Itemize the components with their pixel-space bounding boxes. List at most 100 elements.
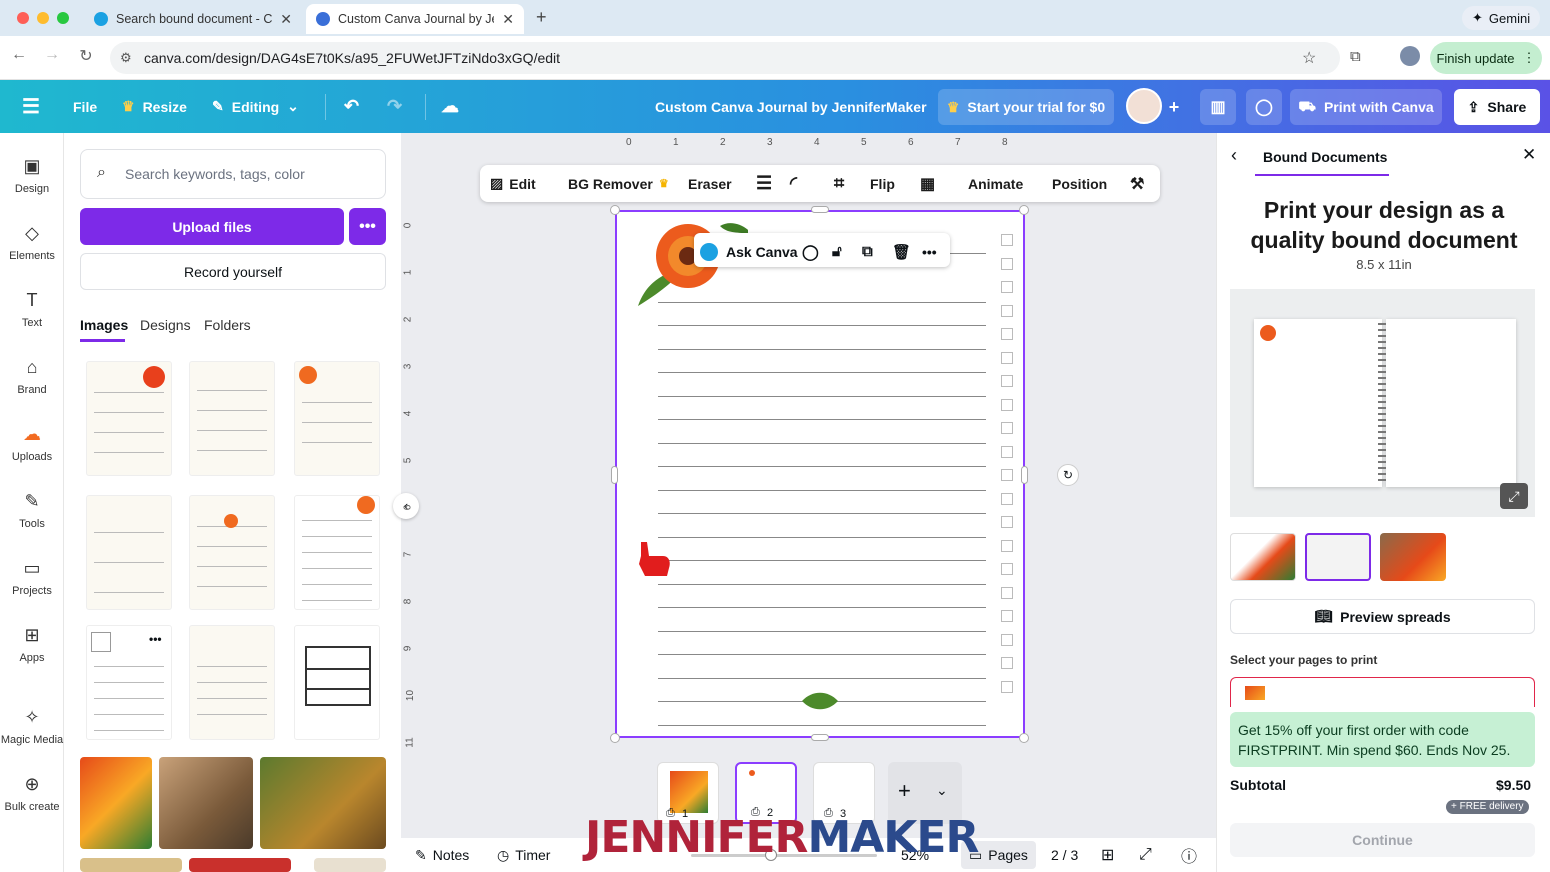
- back-chevron-icon[interactable]: ‹: [1231, 145, 1237, 166]
- close-window-button[interactable]: [17, 12, 29, 24]
- record-yourself-button[interactable]: Record yourself: [80, 253, 386, 290]
- start-trial-button[interactable]: ♛ Start your trial for $0: [938, 89, 1114, 125]
- rail-item-magic-media[interactable]: ✧ Magic Media: [0, 706, 64, 764]
- undo-icon[interactable]: ↶: [344, 80, 359, 133]
- file-menu[interactable]: File: [73, 80, 97, 133]
- add-comment-icon[interactable]: ◯: [802, 233, 819, 270]
- tab-folders[interactable]: Folders: [204, 317, 251, 333]
- rail-item-brand[interactable]: ⌂ Brand: [0, 356, 64, 414]
- resize-handle[interactable]: [610, 205, 620, 215]
- browser-tab-journal[interactable]: Custom Canva Journal by Jen ✕: [306, 4, 524, 34]
- preview-option-1[interactable]: [1230, 533, 1296, 581]
- grid-view-icon[interactable]: ⊞: [1101, 838, 1114, 872]
- collaborator-avatar[interactable]: [1126, 88, 1162, 124]
- animate-button[interactable]: Animate: [968, 165, 1023, 202]
- upload-thumbnail[interactable]: [86, 361, 172, 476]
- thumbnail-more-icon[interactable]: •••: [149, 632, 162, 646]
- upload-thumbnail[interactable]: •••: [86, 625, 172, 740]
- close-panel-icon[interactable]: ✕: [1522, 145, 1536, 165]
- dogs-photo-thumbnail[interactable]: [260, 757, 386, 849]
- border-style-icon[interactable]: ☰: [756, 165, 772, 202]
- trash-icon[interactable]: 🗑︎: [892, 233, 911, 270]
- search-input[interactable]: ⌕ Search keywords, tags, color: [80, 149, 386, 199]
- resize-handle[interactable]: [610, 733, 620, 743]
- duplicate-icon[interactable]: ⧉: [862, 233, 873, 270]
- kebab-menu-icon[interactable]: ⋮: [1523, 50, 1536, 66]
- rotate-icon[interactable]: ↻: [1057, 464, 1079, 486]
- resize-handle[interactable]: [811, 206, 829, 213]
- upload-thumbnail[interactable]: [189, 495, 275, 610]
- flower-photo-thumbnail[interactable]: [80, 757, 152, 849]
- bg-remover-button[interactable]: BG Remover ♛: [568, 165, 669, 202]
- rail-item-projects[interactable]: ▭ Projects: [0, 557, 64, 615]
- timer-button[interactable]: ◷ Timer: [497, 838, 550, 872]
- tab-designs[interactable]: Designs: [140, 317, 191, 333]
- resize-handle[interactable]: [1021, 466, 1028, 484]
- url-field[interactable]: ⚙ canva.com/design/DAG4sE7t0Ks/a95_2FUWe…: [110, 42, 1340, 74]
- continue-button[interactable]: Continue: [1230, 823, 1535, 857]
- print-with-canva-button[interactable]: ⛟ Print with Canva: [1290, 89, 1442, 125]
- help-icon[interactable]: ⓘ: [1181, 838, 1197, 872]
- page-selection-box[interactable]: [1230, 677, 1535, 707]
- tab-images[interactable]: Images: [80, 317, 128, 333]
- comment-icon[interactable]: ◯: [1246, 89, 1282, 125]
- upload-files-button[interactable]: Upload files: [80, 208, 344, 245]
- resize-handle[interactable]: [1019, 205, 1029, 215]
- rail-item-tools[interactable]: ✎ Tools: [0, 490, 64, 548]
- eraser-button[interactable]: Eraser: [688, 165, 732, 202]
- upload-thumbnail[interactable]: [294, 361, 380, 476]
- finish-update-button[interactable]: Finish update ⋮: [1430, 42, 1542, 74]
- crop-icon[interactable]: ⌗: [834, 165, 844, 202]
- position-button[interactable]: Position: [1052, 165, 1107, 202]
- close-tab-icon[interactable]: ✕: [502, 11, 514, 28]
- share-button[interactable]: ⇪ Share: [1454, 89, 1540, 125]
- upload-thumbnail[interactable]: [294, 495, 380, 610]
- site-settings-icon[interactable]: ⚙: [120, 50, 132, 66]
- editing-mode-button[interactable]: ✎ Editing ⌄: [212, 80, 299, 133]
- edit-image-button[interactable]: ▨ Edit: [490, 165, 536, 202]
- forward-arrow-icon[interactable]: →: [40, 46, 64, 64]
- upload-thumbnail[interactable]: [189, 625, 275, 740]
- resize-handle[interactable]: [611, 466, 618, 484]
- resize-handle[interactable]: [811, 734, 829, 741]
- close-tab-icon[interactable]: ✕: [280, 11, 292, 28]
- add-page-button[interactable]: +: [898, 778, 911, 804]
- fullscreen-icon[interactable]: ⤢: [1139, 838, 1152, 872]
- reload-icon[interactable]: ↻: [74, 46, 98, 66]
- new-tab-button[interactable]: +: [536, 7, 547, 28]
- cat-photo-thumbnail[interactable]: [159, 757, 253, 849]
- preview-spreads-button[interactable]: 📖︎ Preview spreads: [1230, 599, 1535, 634]
- rail-item-text[interactable]: T Text: [0, 289, 64, 347]
- back-arrow-icon[interactable]: ←: [7, 46, 31, 64]
- upload-thumbnail[interactable]: [86, 495, 172, 610]
- cloud-saved-icon[interactable]: ☁: [441, 80, 459, 133]
- rail-item-apps[interactable]: ⊞ Apps: [0, 624, 64, 682]
- preview-option-2[interactable]: [1305, 533, 1371, 581]
- rail-item-elements[interactable]: ◇ Elements: [0, 222, 64, 280]
- rail-item-bulk-create[interactable]: ⊕ Bulk create: [0, 773, 64, 831]
- expand-preview-icon[interactable]: ⤢: [1500, 483, 1528, 509]
- browser-tab-search[interactable]: Search bound document - Ca ✕: [84, 4, 302, 34]
- resize-handle[interactable]: [1019, 733, 1029, 743]
- chevron-down-icon[interactable]: ⌄: [936, 782, 948, 799]
- corner-rounding-icon[interactable]: ◜: [790, 165, 797, 202]
- upload-thumbnail[interactable]: [189, 361, 275, 476]
- resize-button[interactable]: ♛ Resize: [122, 80, 187, 133]
- maximize-window-button[interactable]: [57, 12, 69, 24]
- gemini-button[interactable]: ✦ Gemini: [1462, 6, 1541, 30]
- minimize-window-button[interactable]: [37, 12, 49, 24]
- hamburger-menu-icon[interactable]: ☰: [22, 80, 40, 133]
- photo-thumbnail[interactable]: [314, 858, 386, 872]
- redo-icon[interactable]: ↷: [387, 80, 402, 133]
- transparency-icon[interactable]: ▦: [920, 165, 935, 202]
- rail-item-design[interactable]: ▣ Design: [0, 155, 64, 213]
- photo-thumbnail[interactable]: [189, 858, 291, 872]
- lock-icon[interactable]: 🔓︎: [832, 233, 842, 270]
- rail-item-uploads[interactable]: ☁ Uploads: [0, 423, 64, 481]
- copy-style-icon[interactable]: ⚒: [1130, 165, 1144, 202]
- bookmark-star-icon[interactable]: ☆: [1302, 48, 1316, 68]
- notes-button[interactable]: ✎ Notes: [415, 838, 469, 872]
- design-title[interactable]: Custom Canva Journal by JenniferMaker: [655, 80, 927, 133]
- add-collaborator-button[interactable]: +: [1162, 89, 1186, 125]
- more-options-icon[interactable]: •••: [922, 233, 937, 270]
